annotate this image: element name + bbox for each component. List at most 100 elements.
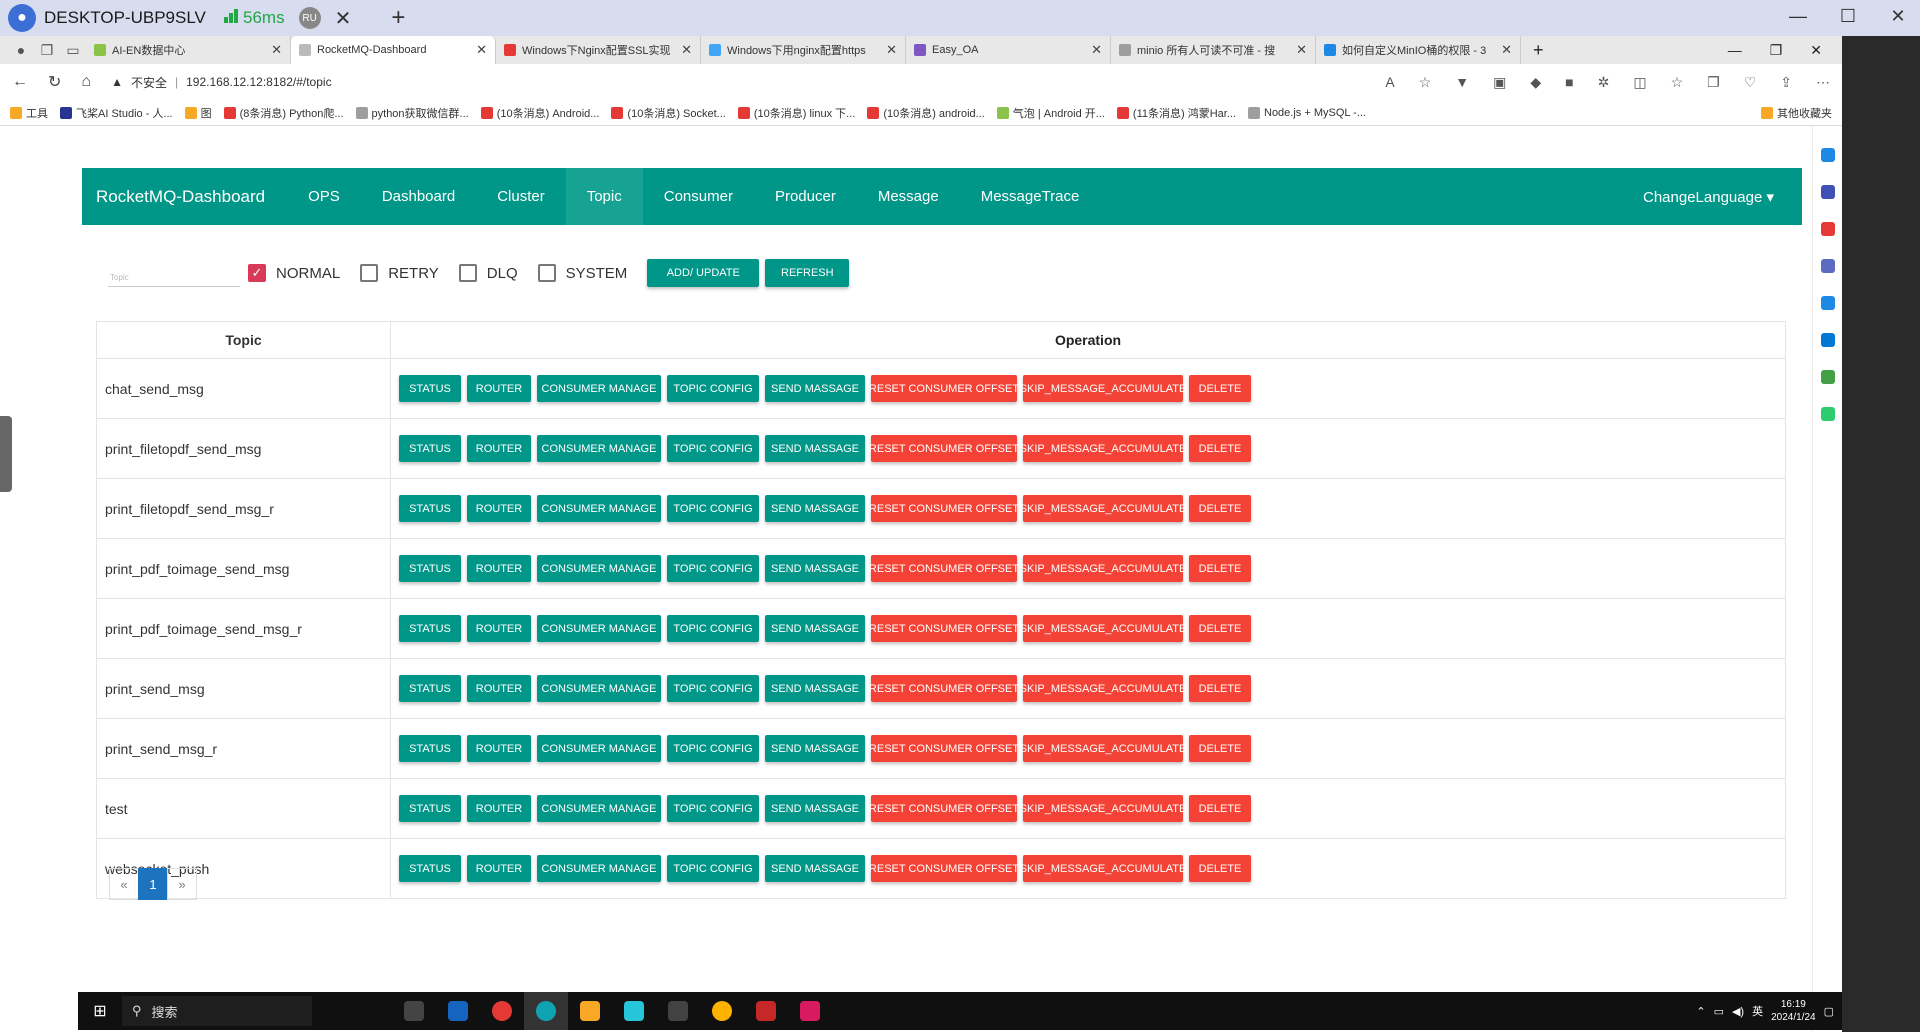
bookmark-item[interactable]: 飞桨AI Studio - 人... [60, 105, 173, 121]
bookmark-item[interactable]: python获取微信群... [355, 105, 469, 121]
topic-config-button[interactable]: TOPIC CONFIG [667, 435, 759, 462]
file-explorer-icon[interactable] [568, 992, 612, 1030]
clock[interactable]: 16:19 2024/1/24 [1771, 998, 1816, 1024]
reset-consumer-offset-button[interactable]: RESET CONSUMER OFFSET [869, 675, 1019, 702]
change-language-dropdown[interactable]: ChangeLanguage ▾ [1643, 188, 1802, 206]
tab-close-icon[interactable]: ✕ [476, 42, 487, 58]
outlook-icon[interactable] [1820, 333, 1835, 347]
collections-icon[interactable]: ❐ [34, 36, 60, 64]
checkbox-box[interactable] [360, 264, 379, 282]
checkbox-normal[interactable]: ✓ NORMAL [248, 264, 340, 282]
extension-icon[interactable]: ▼ [1455, 74, 1469, 91]
bookmark-item[interactable]: (10条消息) Socket... [611, 105, 726, 121]
tools-icon[interactable] [1820, 370, 1835, 384]
ime-indicator[interactable]: 英 [1752, 1003, 1763, 1019]
skip-message-accumulate-button[interactable]: SKIP_MESSAGE_ACCUMULATE [1020, 495, 1186, 522]
send-massage-button[interactable]: SEND MASSAGE [765, 555, 865, 582]
nav-item-topic[interactable]: Topic [565, 168, 643, 225]
consumer-manage-button[interactable]: CONSUMER MANAGE [537, 795, 661, 822]
extension-icon-3[interactable]: ◆ [1530, 74, 1541, 91]
close-session-icon[interactable]: ✕ [335, 6, 352, 31]
topic-config-button[interactable]: TOPIC CONFIG [667, 675, 759, 702]
chrome-icon[interactable] [480, 992, 524, 1030]
tab-6[interactable]: 如何自定义MinIO桶的权限 - 3 ✕ [1316, 36, 1521, 64]
tab-2[interactable]: Windows下Nginx配置SSL实现 ✕ [496, 36, 701, 64]
send-massage-button[interactable]: SEND MASSAGE [765, 735, 865, 762]
toolbox-icon[interactable] [1820, 222, 1835, 236]
tab-4[interactable]: Easy_OA ✕ [906, 36, 1111, 64]
browser-minimize-icon[interactable]: — [1728, 42, 1742, 58]
prev-page-button[interactable]: « [109, 868, 139, 900]
back-icon[interactable]: ← [12, 73, 28, 91]
nav-item-message[interactable]: Message [857, 168, 960, 225]
m365-icon[interactable] [1820, 296, 1835, 310]
refresh-button[interactable]: REFRESH [765, 259, 850, 287]
search-icon[interactable] [1820, 148, 1835, 162]
intellij-icon[interactable] [788, 992, 832, 1030]
delete-button[interactable]: DELETE [1189, 435, 1251, 462]
next-page-button[interactable]: » [167, 868, 197, 900]
reset-consumer-offset-button[interactable]: RESET CONSUMER OFFSET [869, 435, 1019, 462]
status-button[interactable]: STATUS [399, 375, 461, 402]
delete-button[interactable]: DELETE [1189, 375, 1251, 402]
checkbox-retry[interactable]: RETRY [360, 264, 439, 282]
skip-message-accumulate-button[interactable]: SKIP_MESSAGE_ACCUMULATE [1020, 735, 1186, 762]
send-massage-button[interactable]: SEND MASSAGE [765, 375, 865, 402]
router-button[interactable]: ROUTER [467, 855, 531, 882]
topic-config-button[interactable]: TOPIC CONFIG [667, 375, 759, 402]
checkbox-box[interactable]: ✓ [248, 264, 266, 282]
bookmark-item[interactable]: 其他收藏夹 [1761, 105, 1832, 121]
bookmark-item[interactable]: (10条消息) android... [867, 105, 985, 121]
user-badge[interactable]: RU [298, 7, 321, 29]
send-massage-button[interactable]: SEND MASSAGE [765, 795, 865, 822]
bookmark-item[interactable]: (11条消息) 鸿蒙Har... [1116, 105, 1236, 121]
topic-search-input[interactable]: Topic [108, 259, 240, 287]
delete-button[interactable]: DELETE [1189, 735, 1251, 762]
topic-config-button[interactable]: TOPIC CONFIG [667, 795, 759, 822]
reset-consumer-offset-button[interactable]: RESET CONSUMER OFFSET [869, 555, 1019, 582]
delete-button[interactable]: DELETE [1189, 855, 1251, 882]
reset-consumer-offset-button[interactable]: RESET CONSUMER OFFSET [869, 615, 1019, 642]
page-1-button[interactable]: 1 [138, 868, 168, 900]
spotify-icon[interactable] [1820, 407, 1835, 421]
edge-icon[interactable] [524, 992, 568, 1030]
delete-button[interactable]: DELETE [1189, 795, 1251, 822]
consumer-manage-button[interactable]: CONSUMER MANAGE [537, 375, 661, 402]
status-button[interactable]: STATUS [399, 495, 461, 522]
skip-message-accumulate-button[interactable]: SKIP_MESSAGE_ACCUMULATE [1020, 375, 1186, 402]
bookmark-item[interactable]: 气泡 | Android 开... [996, 105, 1105, 121]
consumer-manage-button[interactable]: CONSUMER MANAGE [537, 735, 661, 762]
extension-icon-4[interactable]: ■ [1565, 74, 1573, 91]
reset-consumer-offset-button[interactable]: RESET CONSUMER OFFSET [869, 855, 1019, 882]
consumer-manage-button[interactable]: CONSUMER MANAGE [537, 855, 661, 882]
nav-item-dashboard[interactable]: Dashboard [361, 168, 476, 225]
status-button[interactable]: STATUS [399, 675, 461, 702]
tab-actions-icon[interactable]: ▭ [60, 36, 86, 64]
router-button[interactable]: ROUTER [467, 555, 531, 582]
app-icon-1[interactable] [436, 992, 480, 1030]
minimize-icon[interactable]: — [1784, 6, 1812, 27]
terminal-icon[interactable] [656, 992, 700, 1030]
router-button[interactable]: ROUTER [467, 795, 531, 822]
browser-close-icon[interactable]: ✕ [1810, 42, 1822, 59]
performance-icon[interactable]: ♡ [1744, 74, 1757, 91]
skip-message-accumulate-button[interactable]: SKIP_MESSAGE_ACCUMULATE [1020, 615, 1186, 642]
games-icon[interactable] [1820, 259, 1835, 273]
split-screen-icon[interactable]: ◫ [1633, 74, 1646, 91]
tab-close-icon[interactable]: ✕ [681, 42, 692, 58]
router-button[interactable]: ROUTER [467, 735, 531, 762]
notification-icon[interactable]: ▢ [1824, 1005, 1834, 1018]
skip-message-accumulate-button[interactable]: SKIP_MESSAGE_ACCUMULATE [1020, 555, 1186, 582]
topic-config-button[interactable]: TOPIC CONFIG [667, 735, 759, 762]
task-view-icon[interactable] [392, 992, 436, 1030]
consumer-manage-button[interactable]: CONSUMER MANAGE [537, 555, 661, 582]
send-massage-button[interactable]: SEND MASSAGE [765, 435, 865, 462]
extensions-icon[interactable]: ✲ [1598, 74, 1610, 91]
close-icon[interactable]: ✕ [1884, 6, 1912, 27]
extension-icon-2[interactable]: ▣ [1493, 74, 1506, 91]
delete-button[interactable]: DELETE [1189, 555, 1251, 582]
browser-restore-icon[interactable]: ❐ [1770, 42, 1783, 59]
tab-close-icon[interactable]: ✕ [1501, 42, 1512, 58]
skip-message-accumulate-button[interactable]: SKIP_MESSAGE_ACCUMULATE [1020, 675, 1186, 702]
status-button[interactable]: STATUS [399, 855, 461, 882]
